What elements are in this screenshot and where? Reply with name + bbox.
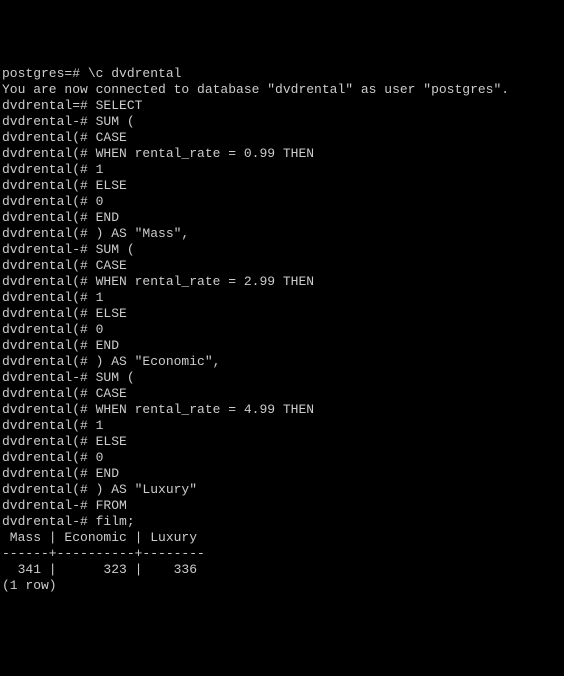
terminal-line: dvdrental(# ELSE bbox=[2, 434, 562, 450]
terminal-line: dvdrental(# ELSE bbox=[2, 306, 562, 322]
terminal-line: dvdrental(# END bbox=[2, 210, 562, 226]
terminal-line: dvdrental(# WHEN rental_rate = 2.99 THEN bbox=[2, 274, 562, 290]
terminal-line: dvdrental-# FROM bbox=[2, 498, 562, 514]
terminal-line: dvdrental(# CASE bbox=[2, 130, 562, 146]
result-separator-line: ------+----------+-------- bbox=[2, 546, 562, 562]
terminal-line: dvdrental(# END bbox=[2, 338, 562, 354]
terminal-line: dvdrental(# 1 bbox=[2, 418, 562, 434]
terminal-line: dvdrental-# film; bbox=[2, 514, 562, 530]
terminal-line: dvdrental(# WHEN rental_rate = 4.99 THEN bbox=[2, 402, 562, 418]
terminal-line: dvdrental(# WHEN rental_rate = 0.99 THEN bbox=[2, 146, 562, 162]
terminal-line: postgres=# \c dvdrental bbox=[2, 66, 562, 82]
terminal-line: dvdrental(# ) AS "Mass", bbox=[2, 226, 562, 242]
terminal-line: dvdrental-# SUM ( bbox=[2, 370, 562, 386]
row-count-line: (1 row) bbox=[2, 578, 562, 594]
terminal-line: You are now connected to database "dvdre… bbox=[2, 82, 562, 98]
terminal-line: dvdrental(# 1 bbox=[2, 290, 562, 306]
terminal-line: dvdrental(# CASE bbox=[2, 258, 562, 274]
terminal-line: dvdrental(# ) AS "Economic", bbox=[2, 354, 562, 370]
terminal-line: dvdrental(# 0 bbox=[2, 194, 562, 210]
terminal-line: dvdrental(# 1 bbox=[2, 162, 562, 178]
terminal-line: dvdrental(# ELSE bbox=[2, 178, 562, 194]
terminal-line: dvdrental-# SUM ( bbox=[2, 242, 562, 258]
terminal-line: dvdrental(# END bbox=[2, 466, 562, 482]
terminal-line: dvdrental(# 0 bbox=[2, 322, 562, 338]
terminal-line: dvdrental=# SELECT bbox=[2, 98, 562, 114]
terminal-output: postgres=# \c dvdrentalYou are now conne… bbox=[2, 66, 562, 594]
terminal-line: dvdrental(# ) AS "Luxury" bbox=[2, 482, 562, 498]
result-header-line: Mass | Economic | Luxury bbox=[2, 530, 562, 546]
result-row-line: 341 | 323 | 336 bbox=[2, 562, 562, 578]
terminal-line: dvdrental(# 0 bbox=[2, 450, 562, 466]
terminal-line: dvdrental-# SUM ( bbox=[2, 114, 562, 130]
terminal-line: dvdrental(# CASE bbox=[2, 386, 562, 402]
